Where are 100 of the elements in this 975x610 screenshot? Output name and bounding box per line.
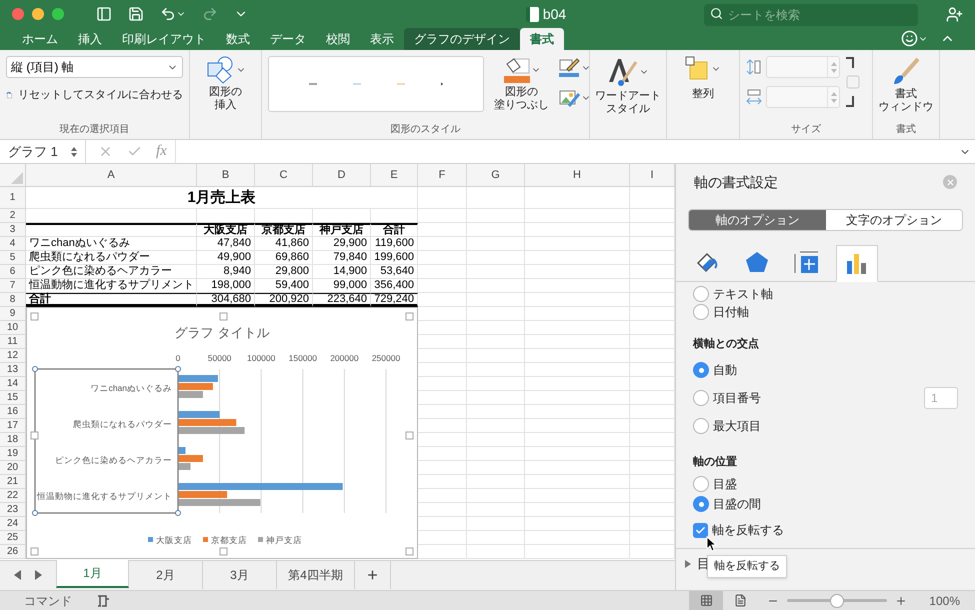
- resize-handle[interactable]: [406, 548, 414, 556]
- ribbon-tab[interactable]: ホーム: [12, 28, 68, 50]
- row-header[interactable]: 5: [0, 251, 26, 265]
- row-label-cell[interactable]: 恒温動物に進化するサプリメント: [26, 279, 197, 293]
- value-cell[interactable]: 41,860: [255, 237, 313, 251]
- row-header[interactable]: 15: [0, 391, 26, 405]
- value-cell[interactable]: 53,640: [371, 265, 418, 279]
- value-cell[interactable]: 199,600: [371, 251, 418, 265]
- axis-selection-frame[interactable]: [34, 368, 179, 514]
- resize-handle[interactable]: [406, 312, 414, 320]
- bar[interactable]: [178, 491, 228, 498]
- sheet-tab[interactable]: 1月: [56, 560, 129, 588]
- column-header[interactable]: B: [197, 164, 255, 186]
- option-tab[interactable]: 文字のオプション: [826, 210, 962, 230]
- row-header[interactable]: 22: [0, 489, 26, 503]
- close-button[interactable]: [12, 8, 24, 20]
- zoom-in-icon[interactable]: [895, 594, 908, 606]
- value-cell[interactable]: 59,400: [255, 279, 313, 293]
- zoom-button[interactable]: [52, 8, 64, 20]
- row-header[interactable]: 4: [0, 237, 26, 251]
- row-header[interactable]: 8: [0, 293, 26, 307]
- row-header[interactable]: 21: [0, 475, 26, 489]
- sheet-tab[interactable]: 2月: [129, 561, 203, 589]
- bar[interactable]: [178, 383, 213, 390]
- selection-handle[interactable]: [32, 510, 38, 516]
- row-header[interactable]: 11: [0, 335, 26, 349]
- name-box[interactable]: グラフ 1: [0, 140, 86, 163]
- bar[interactable]: [178, 391, 203, 398]
- value-cell[interactable]: 47,840: [197, 237, 255, 251]
- row-header[interactable]: 12: [0, 349, 26, 363]
- row-header[interactable]: 3: [0, 223, 26, 237]
- column-header[interactable]: G: [467, 164, 525, 186]
- bar[interactable]: [178, 427, 245, 434]
- row-header[interactable]: 10: [0, 321, 26, 335]
- row-header[interactable]: 26: [0, 545, 26, 559]
- row-header[interactable]: 18: [0, 433, 26, 447]
- radio-button[interactable]: [693, 476, 709, 492]
- row-header[interactable]: 1: [0, 187, 26, 209]
- row-header[interactable]: 14: [0, 377, 26, 391]
- row-header[interactable]: 7: [0, 279, 26, 293]
- row-header[interactable]: 20: [0, 461, 26, 475]
- save-icon[interactable]: [128, 6, 144, 22]
- chart-title[interactable]: グラフ タイトル: [174, 325, 270, 340]
- row-header[interactable]: 17: [0, 419, 26, 433]
- close-panel-icon[interactable]: [943, 175, 957, 189]
- value-cell[interactable]: 198,000: [197, 279, 255, 293]
- selection-dropdown[interactable]: 縦 (項目) 軸: [6, 56, 183, 78]
- column-header[interactable]: A: [26, 164, 197, 186]
- radio-button[interactable]: [693, 496, 709, 512]
- ribbon-tab[interactable]: データ: [260, 28, 316, 50]
- resize-handle[interactable]: [220, 548, 228, 556]
- format-window-button[interactable]: 書式 ウィンドウ: [874, 88, 938, 114]
- row-header[interactable]: 16: [0, 405, 26, 419]
- radio-button[interactable]: [693, 304, 709, 320]
- arrange-button[interactable]: 整列: [692, 86, 714, 102]
- resize-handle[interactable]: [30, 548, 38, 556]
- picture-effects-icon[interactable]: [559, 88, 581, 108]
- icon-tab[interactable]: [836, 245, 878, 282]
- value-cell[interactable]: 99,000: [313, 279, 371, 293]
- view-button[interactable]: [689, 590, 724, 610]
- shape-fill-button[interactable]: 図形の 塗りつぶし: [490, 86, 553, 112]
- add-sheet-button[interactable]: +: [355, 561, 391, 589]
- row-header[interactable]: 23: [0, 503, 26, 517]
- ribbon-tab[interactable]: グラフのデザイン: [404, 28, 520, 50]
- row-label-cell[interactable]: ワニchanぬいぐるみ: [26, 237, 197, 251]
- value-cell[interactable]: 8,940: [197, 265, 255, 279]
- sheet-title-cell[interactable]: 1月売上表: [26, 187, 418, 209]
- sheet-tab[interactable]: 第4四半期: [277, 561, 355, 589]
- share-icon[interactable]: [946, 6, 963, 22]
- ribbon-tab[interactable]: 書式: [520, 28, 564, 50]
- column-header[interactable]: H: [525, 164, 630, 186]
- reset-style-button[interactable]: リセットしてスタイルに合わせる: [6, 86, 183, 104]
- next-sheet-icon[interactable]: [35, 570, 42, 580]
- zoom-thumb[interactable]: [830, 594, 844, 608]
- value-cell[interactable]: 356,400: [371, 279, 418, 293]
- value-cell[interactable]: 119,600: [371, 237, 418, 251]
- radio-button[interactable]: [693, 362, 709, 378]
- column-header[interactable]: E: [371, 164, 418, 186]
- radio-button[interactable]: [693, 286, 709, 302]
- column-header[interactable]: F: [418, 164, 467, 186]
- macro-record-icon[interactable]: [96, 594, 110, 608]
- sidebar-icon[interactable]: [96, 6, 112, 22]
- bar[interactable]: [178, 419, 236, 426]
- ribbon-tab[interactable]: 校閲: [316, 28, 360, 50]
- row-header[interactable]: 9: [0, 307, 26, 321]
- row-header[interactable]: 13: [0, 363, 26, 377]
- sheet-tab[interactable]: 3月: [203, 561, 277, 589]
- row-label-cell[interactable]: ピンク色に染めるヘアカラー: [26, 265, 197, 279]
- value-cell[interactable]: 79,840: [313, 251, 371, 265]
- value-cell[interactable]: 29,800: [255, 265, 313, 279]
- bar[interactable]: [178, 463, 190, 470]
- selection-handle[interactable]: [175, 510, 181, 516]
- wordart-style-button[interactable]: ワードアート スタイル: [591, 90, 665, 116]
- row-header[interactable]: 2: [0, 209, 26, 223]
- value-cell[interactable]: 69,860: [255, 251, 313, 265]
- option-tab[interactable]: 軸のオプション: [689, 210, 826, 230]
- value-cell[interactable]: 49,900: [197, 251, 255, 265]
- resize-handle[interactable]: [30, 432, 38, 440]
- minimize-button[interactable]: [32, 8, 44, 20]
- checkbox[interactable]: [693, 522, 708, 538]
